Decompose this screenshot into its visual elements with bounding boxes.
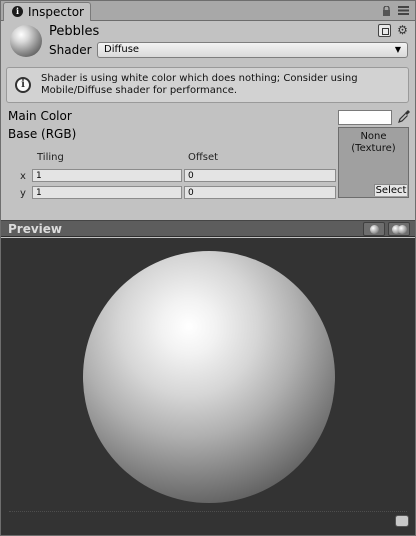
eyedropper-icon[interactable]: [397, 109, 411, 125]
preview-mesh-button[interactable]: [363, 222, 385, 236]
preview-header: Preview: [1, 220, 415, 237]
tiling-label: Tiling: [37, 152, 64, 163]
preview-floor-line: [9, 511, 407, 512]
sphere-icon: [370, 225, 379, 234]
help-box: i Shader is using white color which does…: [6, 67, 409, 103]
material-header: Pebbles Shader Diffuse ▼ ⚙: [1, 22, 415, 62]
x-label: x: [20, 171, 26, 182]
texture-select-button[interactable]: Select: [374, 184, 407, 196]
info-icon: i: [12, 6, 23, 17]
inspector-window: i Inspector Pebbles Shader Diffuse ▼ ⚙ i…: [0, 0, 416, 536]
tab-label: Inspector: [28, 5, 84, 19]
gear-icon[interactable]: ⚙: [396, 24, 409, 37]
title-bar: i Inspector: [1, 1, 415, 21]
texture-none-text: None (Texture): [351, 131, 396, 154]
shader-label: Shader: [49, 43, 92, 57]
preview-options-button[interactable]: [395, 515, 409, 527]
texture-slot[interactable]: None (Texture) Select: [338, 127, 409, 198]
y-label: y: [20, 188, 26, 199]
tiling-y-field[interactable]: 1: [32, 186, 182, 199]
main-color-label: Main Color: [8, 109, 72, 123]
material-thumbnail: [10, 25, 42, 57]
preview-viewport[interactable]: [1, 238, 415, 535]
offset-x-field[interactable]: 0: [184, 169, 336, 182]
main-color-field[interactable]: [338, 110, 392, 125]
offset-label: Offset: [188, 152, 219, 163]
chevron-down-icon: ▼: [394, 45, 401, 54]
preview-title: Preview: [8, 222, 63, 236]
offset-y-field[interactable]: 0: [184, 186, 336, 199]
lock-icon[interactable]: [382, 6, 391, 16]
tiling-x-field[interactable]: 1: [32, 169, 182, 182]
shader-dropdown-value: Diffuse: [104, 44, 140, 55]
texture-none-label: None (Texture): [339, 131, 408, 155]
edit-shader-icon[interactable]: [378, 24, 391, 37]
material-name: Pebbles: [49, 24, 100, 39]
preview-sphere: [83, 251, 335, 503]
preview-light-button[interactable]: [388, 222, 410, 236]
base-rgb-label: Base (RGB): [8, 127, 77, 141]
context-menu-icon[interactable]: [398, 6, 409, 15]
help-message: Shader is using white color which does n…: [41, 73, 358, 96]
shader-dropdown[interactable]: Diffuse ▼: [97, 42, 408, 58]
tab-inspector[interactable]: i Inspector: [3, 2, 91, 21]
light-icon: [398, 225, 407, 234]
info-icon: i: [15, 77, 31, 93]
